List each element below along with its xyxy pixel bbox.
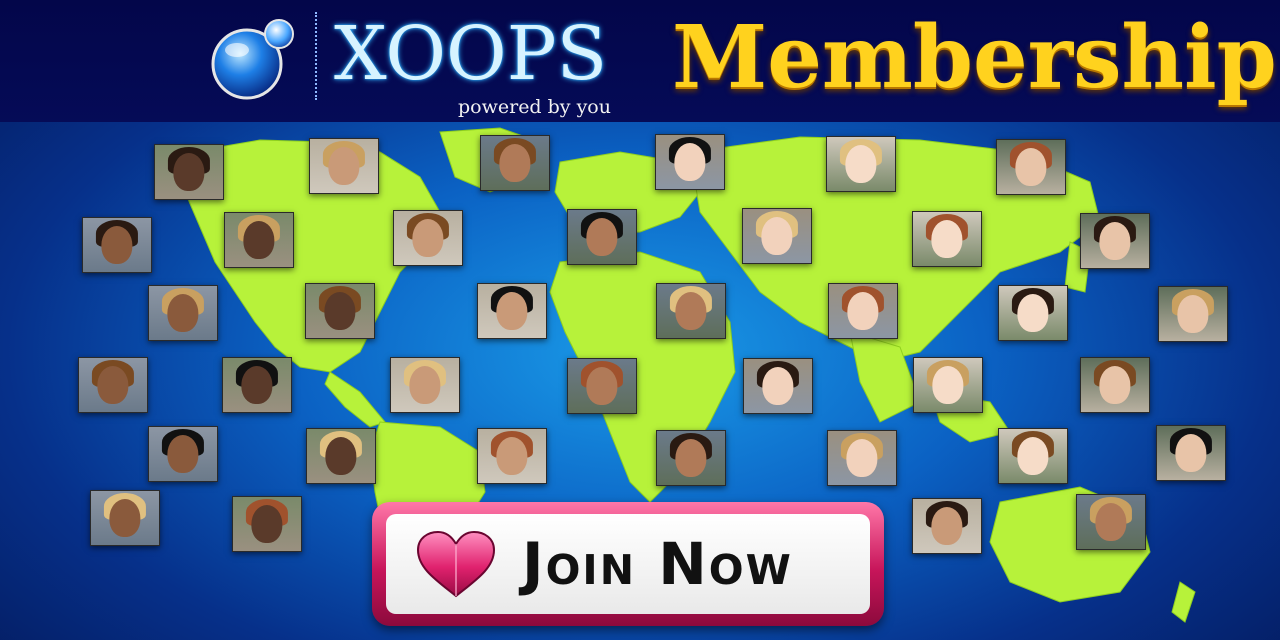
portrait-face [324, 291, 356, 331]
member-portrait-photo [655, 134, 725, 190]
member-portrait-photo [309, 138, 379, 194]
portrait-face [1015, 147, 1047, 187]
portrait-face [412, 218, 444, 258]
portrait-face [932, 365, 964, 405]
portrait-face [1177, 294, 1209, 334]
logo-divider [315, 12, 317, 100]
member-portrait-photo [913, 357, 983, 413]
member-portrait-photo [1080, 213, 1150, 269]
portrait-face [846, 438, 878, 478]
portrait-face [1095, 502, 1127, 542]
logo-brand-text: XOOPS [334, 11, 608, 97]
portrait-face [241, 365, 273, 405]
portrait-face [586, 217, 618, 257]
portrait-face [675, 438, 707, 478]
member-portrait-photo [656, 430, 726, 486]
member-portrait-photo [742, 208, 812, 264]
portrait-face [845, 144, 877, 184]
member-portrait-photo [827, 430, 897, 486]
member-portrait-photo [998, 285, 1068, 341]
member-portrait-photo [828, 283, 898, 339]
member-portrait-photo [393, 210, 463, 266]
portrait-face [496, 436, 528, 476]
portrait-face [496, 291, 528, 331]
portrait-face [109, 498, 141, 538]
member-portrait-photo [154, 144, 224, 200]
member-portrait-photo [222, 357, 292, 413]
portrait-face [97, 365, 129, 405]
join-now-label: Join Now [522, 530, 793, 598]
member-portrait-photo [1080, 357, 1150, 413]
portrait-face [931, 219, 963, 259]
member-portrait-photo [912, 498, 982, 554]
portrait-face [1099, 221, 1131, 261]
portrait-face [847, 291, 879, 331]
member-portrait-photo [305, 283, 375, 339]
member-portrait-photo [306, 428, 376, 484]
portrait-face [409, 365, 441, 405]
member-portrait-photo [656, 283, 726, 339]
heart-icon [416, 530, 496, 598]
xoops-orb-logo-icon [211, 19, 294, 100]
member-portrait-photo [90, 490, 160, 546]
portrait-face [328, 146, 360, 186]
member-portrait-photo [78, 357, 148, 413]
portrait-face [173, 152, 205, 192]
member-portrait-photo [232, 496, 302, 552]
join-now-button-face[interactable]: Join Now [386, 514, 870, 614]
member-portrait-photo [996, 139, 1066, 195]
member-portrait-photo [1156, 425, 1226, 481]
member-portrait-photo [912, 211, 982, 267]
member-portrait-photo [148, 285, 218, 341]
portrait-face [251, 504, 283, 544]
header-bar: XOOPS powered by you Membership [0, 0, 1280, 122]
member-portrait-photo [148, 426, 218, 482]
portrait-face [1017, 293, 1049, 333]
portrait-face [1175, 433, 1207, 473]
portrait-face [1099, 365, 1131, 405]
member-portrait-photo [567, 358, 637, 414]
headline-membership: Membership [672, 7, 1277, 108]
portrait-face [325, 436, 357, 476]
portrait-face [167, 293, 199, 333]
member-portrait-photo [224, 212, 294, 268]
member-portrait-photo [480, 135, 550, 191]
member-portrait-photo [567, 209, 637, 265]
portrait-face [167, 434, 199, 474]
member-portrait-photo [826, 136, 896, 192]
portrait-face [243, 220, 275, 260]
member-portrait-photo [1076, 494, 1146, 550]
portrait-face [761, 216, 793, 256]
member-portrait-photo [1158, 286, 1228, 342]
portrait-face [675, 291, 707, 331]
member-portrait-photo [477, 428, 547, 484]
portrait-face [101, 225, 133, 265]
member-portrait-photo [82, 217, 152, 273]
logo-tagline: powered by you [458, 96, 611, 118]
portrait-face [586, 366, 618, 406]
membership-banner: XOOPS powered by you Membership Join Now [0, 0, 1280, 640]
join-now-button[interactable]: Join Now [372, 502, 884, 626]
portrait-face [674, 142, 706, 182]
member-portrait-photo [390, 357, 460, 413]
member-portrait-photo [998, 428, 1068, 484]
portrait-face [1017, 436, 1049, 476]
portrait-face [762, 366, 794, 406]
member-portrait-photo [743, 358, 813, 414]
portrait-face [931, 506, 963, 546]
portrait-face [499, 143, 531, 183]
member-portrait-photo [477, 283, 547, 339]
